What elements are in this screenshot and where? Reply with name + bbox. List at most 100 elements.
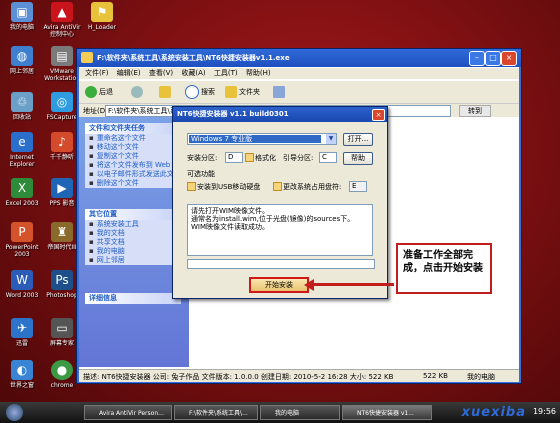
desktop-icon-word[interactable]: W Word 2003 — [0, 270, 44, 299]
callout-arrow-icon — [304, 279, 314, 291]
taskbar-item-explorer[interactable]: F:\软件夹\系统工具\... — [174, 405, 258, 420]
change-drive-checkbox[interactable] — [273, 182, 282, 191]
desktop-icon-excel[interactable]: X Excel 2003 — [0, 178, 44, 207]
go-button[interactable]: 转到 — [459, 105, 491, 117]
status-size: 522 KB — [423, 372, 448, 380]
menu-file[interactable]: 文件(F) — [85, 68, 109, 79]
explorer-title: F:\软件夹\系统工具\系统安装工具\NT6快捷安装器v1.1.exe — [97, 54, 290, 62]
close-button[interactable]: × — [501, 51, 517, 66]
task-move[interactable]: 移动这个文件 — [85, 143, 181, 152]
watermark: xuexiba — [461, 405, 526, 420]
desktop-icon-browser[interactable]: ◐ 世界之窗 — [0, 360, 44, 389]
place-network[interactable]: 网上邻居 — [85, 256, 181, 265]
task-email[interactable]: 以电子邮件形式发送此文件 — [85, 170, 181, 179]
dialog-title[interactable]: NT6快捷安装器 v1.1 build0301 — [173, 107, 387, 122]
menu-edit[interactable]: 编辑(E) — [117, 68, 141, 79]
nt6-installer-dialog: NT6快捷安装器 v1.1 build0301 × Windows 7 专业版 … — [172, 106, 388, 299]
forward-button[interactable] — [131, 86, 143, 98]
photoshop-icon: Ps — [51, 270, 73, 290]
up-button[interactable] — [159, 86, 171, 98]
system-select[interactable]: Windows 7 专业版 ▼ — [187, 133, 337, 145]
progress-bar — [187, 259, 375, 269]
avira-icon: ▲ — [51, 2, 73, 22]
desktop-icon-ie[interactable]: e Internet Explorer — [0, 132, 44, 168]
folders-icon — [225, 86, 237, 98]
folders-button[interactable]: 文件夹 — [225, 86, 260, 98]
game-icon: ♜ — [51, 222, 73, 242]
task-copy[interactable]: 复制这个文件 — [85, 152, 181, 161]
desktop-icon-thunder[interactable]: ✈ 迅雷 — [0, 318, 44, 347]
place-my-computer[interactable]: 我的电脑 — [85, 247, 181, 256]
status-description: 描述: NT6快捷安装器 公司: 兔子作品 文件版本: 1.0.0.0 创建日期… — [83, 373, 394, 381]
desktop-icon-network[interactable]: ◍ 网上邻居 — [0, 46, 44, 75]
format-checkbox[interactable] — [245, 153, 254, 162]
computer-icon: ▣ — [11, 2, 33, 22]
file-tasks-panel: 文件和文件夹任务 重命名这个文件 移动这个文件 复制这个文件 将这个文件发布到 … — [85, 123, 181, 188]
other-places-title[interactable]: 其它位置 — [85, 209, 181, 220]
desktop-icon-powerpoint[interactable]: P PowerPoint 2003 — [0, 222, 44, 258]
thunder-icon: ✈ — [11, 318, 33, 338]
chevron-down-icon: ▼ — [326, 134, 336, 144]
desktop-icon-recycle-bin[interactable]: ♲ 回收站 — [0, 92, 44, 121]
forward-arrow-icon — [131, 86, 143, 98]
help-button[interactable]: 帮助 — [343, 152, 373, 165]
status-bar: 描述: NT6快捷安装器 公司: 兔子作品 文件版本: 1.0.0.0 创建日期… — [79, 369, 519, 382]
clock: 19:56 — [532, 407, 556, 416]
fscapture-icon: ◎ — [51, 92, 73, 112]
other-places-panel: 其它位置 系统安装工具 我的文档 共享文档 我的电脑 网上邻居 — [85, 209, 181, 265]
place-shared-documents[interactable]: 共享文档 — [85, 238, 181, 247]
callout-arrow-line — [310, 283, 394, 286]
details-title[interactable]: 详细信息 — [85, 293, 181, 304]
open-button[interactable]: 打开... — [343, 133, 373, 146]
taskbar-item-my-computer[interactable]: 我的电脑 — [260, 405, 340, 420]
desktop-icon-hloader[interactable]: ⚑ H_Loader — [80, 2, 124, 31]
toolbar: 后退 搜索 文件夹 — [79, 80, 519, 103]
taskbar: Avira AntiVir Person... F:\软件夹\系统工具\... … — [0, 402, 560, 423]
desktop: ▣ 我的电脑 ▲ Avira AntiVir 控制中心 ⚑ H_Loader ◍… — [0, 0, 560, 423]
powerpoint-icon: P — [11, 222, 33, 242]
excel-icon: X — [11, 178, 33, 198]
search-button[interactable]: 搜索 — [185, 85, 215, 99]
place-install-tools[interactable]: 系统安装工具 — [85, 220, 181, 229]
details-panel: 详细信息 — [85, 293, 181, 304]
back-button[interactable]: 后退 — [85, 86, 113, 98]
up-folder-icon — [159, 86, 171, 98]
ttplayer-icon: ♪ — [51, 132, 73, 152]
explorer-titlebar[interactable]: F:\软件夹\系统工具\系统安装工具\NT6快捷安装器v1.1.exe – □ … — [77, 49, 521, 67]
taskbar-item-avira[interactable]: Avira AntiVir Person... — [84, 405, 172, 420]
dialog-close-button[interactable]: × — [372, 109, 385, 121]
recycle-bin-icon: ♲ — [11, 92, 33, 112]
network-icon: ◍ — [11, 46, 33, 66]
menu-help[interactable]: 帮助(H) — [246, 68, 271, 79]
task-rename[interactable]: 重命名这个文件 — [85, 134, 181, 143]
place-my-documents[interactable]: 我的文档 — [85, 229, 181, 238]
ie-icon: e — [11, 132, 33, 152]
desktop-icon-avira[interactable]: ▲ Avira AntiVir 控制中心 — [40, 2, 84, 38]
folder-icon — [81, 52, 93, 63]
task-delete[interactable]: 删除这个文件 — [85, 179, 181, 188]
taskbar-item-nt6[interactable]: NT6快捷安装器 v1... — [342, 405, 432, 420]
loader-icon: ⚑ — [91, 2, 113, 22]
menu-favorites[interactable]: 收藏(A) — [181, 68, 205, 79]
minimize-button[interactable]: – — [469, 51, 485, 66]
search-icon — [185, 85, 199, 99]
desktop-icon-my-computer[interactable]: ▣ 我的电脑 — [0, 2, 44, 31]
install-partition-select[interactable]: D — [225, 152, 243, 163]
menu-view[interactable]: 查看(V) — [149, 68, 173, 79]
maximize-button[interactable]: □ — [485, 51, 501, 66]
task-publish-web[interactable]: 将这个文件发布到 Web — [85, 161, 181, 170]
change-drive-select[interactable]: E — [349, 181, 367, 192]
boot-partition-select[interactable]: C — [319, 152, 337, 163]
start-install-button[interactable]: 开始安装 — [249, 277, 309, 293]
usb-checkbox[interactable] — [187, 182, 196, 191]
annotation-callout: 准备工作全部完成，点击开始安装 — [396, 243, 492, 294]
views-button[interactable] — [273, 86, 285, 98]
word-icon: W — [11, 270, 33, 290]
start-orb-icon[interactable] — [6, 404, 23, 421]
browser-icon: ◐ — [11, 360, 33, 380]
pps-icon: ▶ — [51, 178, 73, 198]
vmware-icon: ▤ — [51, 46, 73, 66]
chrome-icon: ● — [51, 360, 73, 380]
file-tasks-title[interactable]: 文件和文件夹任务 — [85, 123, 181, 134]
menu-tools[interactable]: 工具(T) — [214, 68, 238, 79]
